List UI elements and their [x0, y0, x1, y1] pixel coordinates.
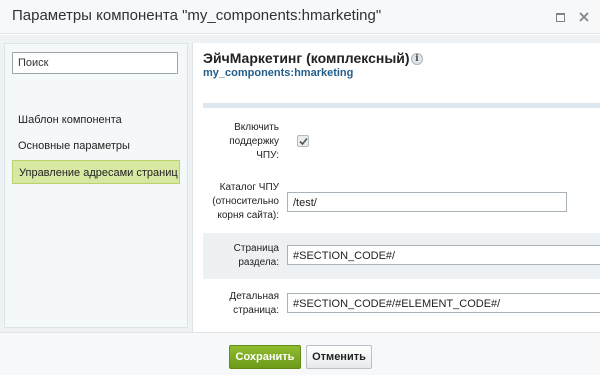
window-title: Параметры компонента "my_components:hmar…	[12, 7, 382, 24]
label-line: ЧПУ:	[256, 150, 279, 161]
sidebar-item-template[interactable]: Шаблон компонента	[12, 108, 180, 132]
main-panel: ЭйчМаркетинг (комплексный) i my_componen…	[192, 43, 600, 332]
row-sef-folder: Каталог ЧПУ (относительно корня сайта):	[203, 181, 600, 227]
close-icon[interactable]	[577, 10, 591, 24]
sidebar: Шаблон компонента Основные параметры Упр…	[4, 43, 188, 328]
dialog-footer: Сохранить Отменить	[0, 332, 600, 375]
sef-enable-checkbox[interactable]	[297, 135, 309, 147]
section-page-label: Страница раздела:	[234, 242, 279, 270]
label-line: поддержку	[229, 136, 279, 147]
info-icon[interactable]: i	[411, 53, 423, 65]
maximize-icon[interactable]	[553, 10, 567, 24]
section-divider	[203, 103, 600, 108]
component-code: my_components:hmarketing	[203, 67, 354, 79]
label-line: страница:	[233, 305, 279, 316]
label-line: корня сайта):	[217, 210, 279, 221]
label-line: Страница	[233, 243, 279, 254]
label-line: Детальная	[229, 291, 279, 302]
search-input[interactable]	[13, 53, 177, 73]
row-sef-enable: Включить поддержку ЧПУ:	[203, 115, 600, 175]
sidebar-item-main-params[interactable]: Основные параметры	[12, 134, 180, 158]
label-line: (относительно	[212, 196, 279, 207]
label-line: раздела:	[238, 257, 279, 268]
sef-folder-label: Каталог ЧПУ (относительно корня сайта):	[212, 181, 279, 223]
window-titlebar: Параметры компонента "my_components:hmar…	[0, 0, 600, 34]
section-page-field[interactable]	[287, 245, 600, 265]
detail-page-input[interactable]	[288, 295, 600, 313]
sef-folder-input[interactable]	[288, 194, 566, 212]
detail-page-field[interactable]	[287, 293, 600, 313]
save-button[interactable]: Сохранить	[229, 345, 301, 369]
section-page-input[interactable]	[288, 247, 600, 265]
component-title: ЭйчМаркетинг (комплексный)	[203, 50, 410, 66]
row-section-page: Страница раздела:	[203, 233, 600, 279]
search-box[interactable]	[12, 52, 178, 74]
row-detail-page: Детальная страница:	[203, 285, 600, 327]
cancel-button[interactable]: Отменить	[306, 345, 372, 369]
label-line: Включить	[234, 122, 279, 133]
dialog-content: Шаблон компонента Основные параметры Упр…	[0, 35, 600, 332]
detail-page-label: Детальная страница:	[229, 290, 279, 318]
sidebar-item-url-management[interactable]: Управление адресами страниц	[12, 160, 180, 184]
sef-folder-field[interactable]	[287, 192, 567, 212]
sef-enable-label: Включить поддержку ЧПУ:	[229, 121, 279, 163]
label-line: Каталог ЧПУ	[219, 182, 279, 193]
